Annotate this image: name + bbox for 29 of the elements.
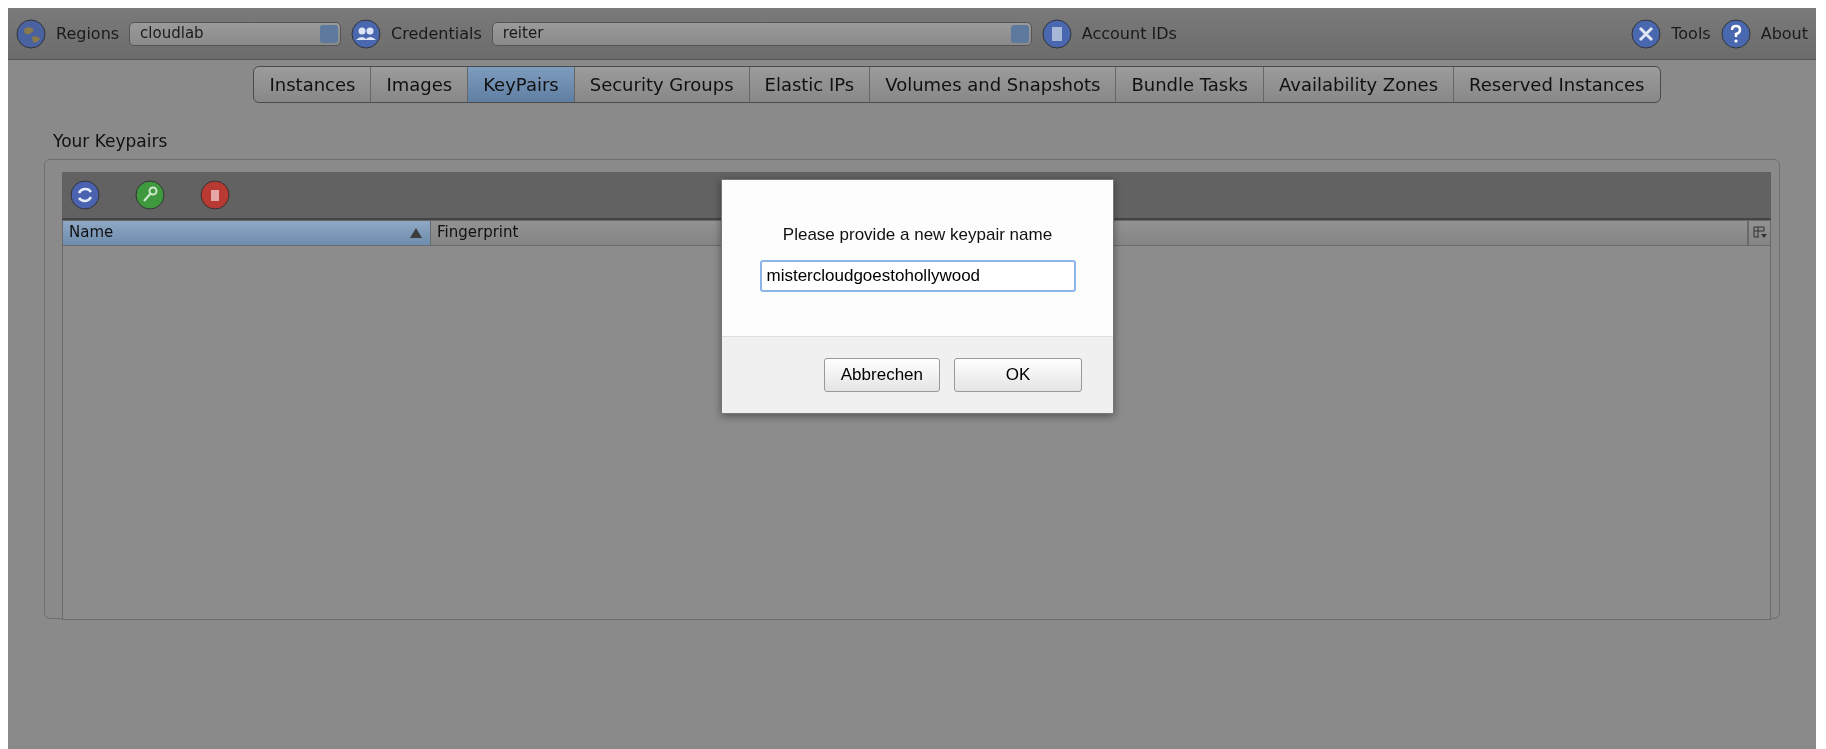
help-icon[interactable]: [1720, 18, 1751, 49]
regions-label: Regions: [56, 22, 120, 45]
tab[interactable]: Elastic IPs: [749, 67, 871, 102]
dialog-message: Please provide a new keypair name: [782, 224, 1053, 246]
tab[interactable]: Volumes and Snapshots: [870, 67, 1117, 102]
document-icon[interactable]: [1041, 18, 1072, 49]
credentials-label: Credentials: [391, 22, 482, 45]
regions-dropdown[interactable]: cloudlab: [129, 21, 342, 46]
tab[interactable]: Security Groups: [574, 67, 750, 102]
column-header[interactable]: Name: [63, 220, 431, 245]
section-title: Your Keypairs: [53, 130, 169, 153]
refresh-icon[interactable]: [70, 179, 100, 210]
tab[interactable]: KeyPairs: [468, 67, 575, 102]
tools-link[interactable]: Tools: [1671, 21, 1711, 46]
column-chooser-icon[interactable]: [1752, 226, 1767, 239]
account-ids-link[interactable]: Account IDs: [1081, 21, 1177, 46]
tab[interactable]: Bundle Tasks: [1116, 67, 1264, 102]
tab[interactable]: Reserved Instances: [1454, 67, 1660, 102]
dialog-button[interactable]: Abbrechen: [823, 358, 940, 392]
tab[interactable]: Instances: [254, 67, 372, 102]
people-icon[interactable]: [351, 18, 382, 49]
tab[interactable]: Availability Zones: [1264, 67, 1455, 102]
credentials-dropdown[interactable]: reiter: [491, 21, 1032, 46]
keypair-name-field[interactable]: mistercloudgoestohollywood: [759, 259, 1076, 292]
sort-ascending-icon: [410, 227, 422, 238]
trash-icon[interactable]: [200, 179, 230, 210]
globe-icon[interactable]: [16, 18, 46, 49]
about-link[interactable]: About: [1760, 21, 1808, 46]
dialog-button[interactable]: OK: [954, 358, 1082, 392]
